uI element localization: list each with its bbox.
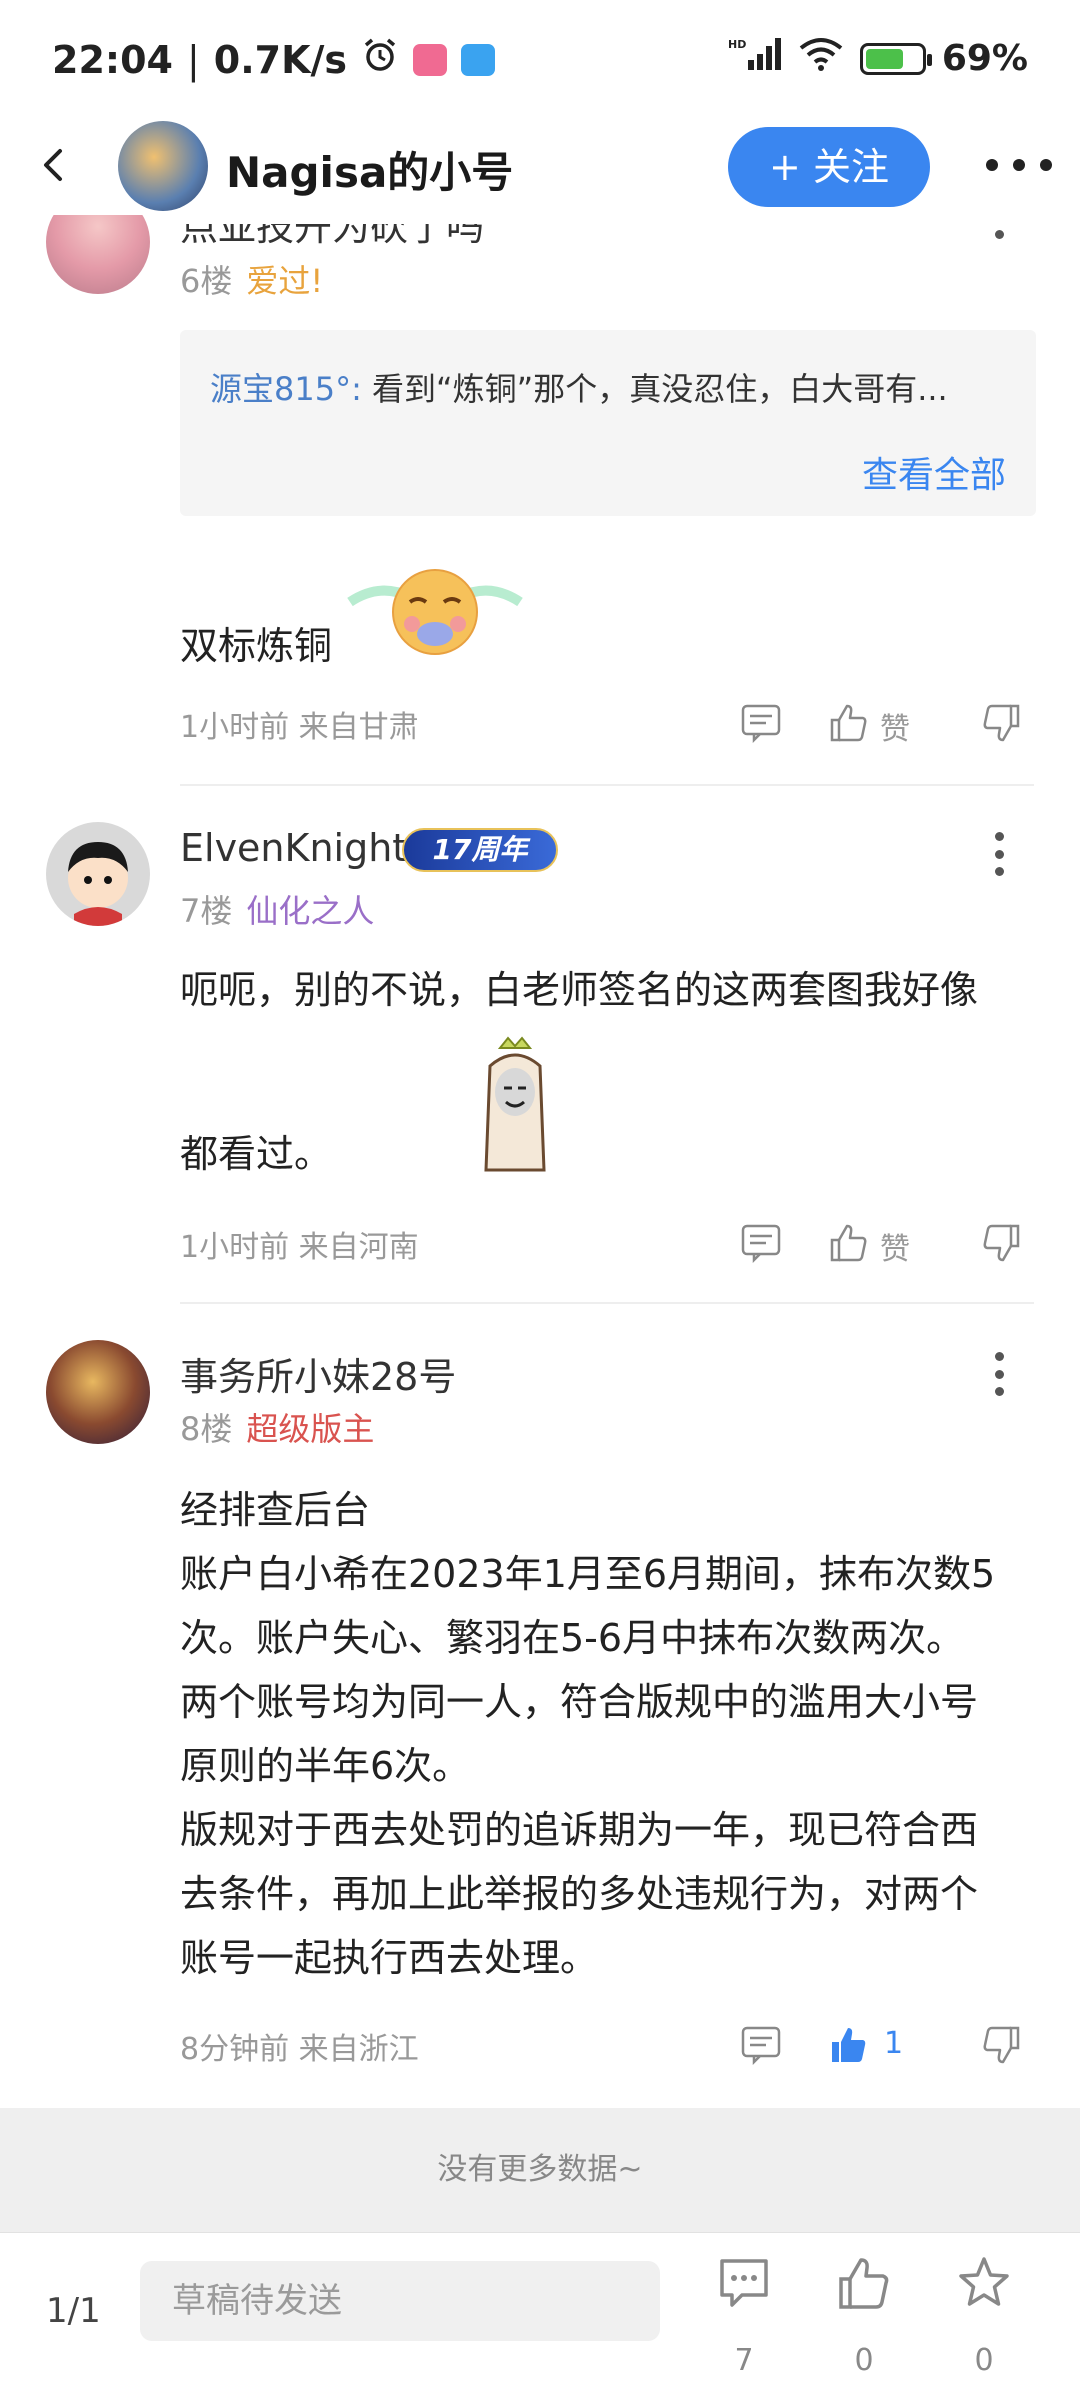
user-tag: 仙化之人 — [246, 892, 375, 930]
post-footer: 1小时前 来自河南 赞 — [180, 1222, 1040, 1268]
meme-sticker-icon — [470, 1036, 560, 1195]
comment-icon[interactable] — [740, 2024, 782, 2070]
floor-number: 8楼 — [180, 1410, 233, 1448]
reply-preview[interactable]: 源宝815°: 看到“炼铜”那个，真没忍住，白大哥有... 查看全部 — [180, 330, 1036, 516]
wifi-icon — [798, 36, 844, 81]
battery-percent: 69% — [941, 38, 1028, 79]
comment-icon — [716, 2255, 772, 2315]
status-bar: 22:04 | 0.7K/s HD 69% — [0, 0, 1080, 120]
floor-meta: 6楼 爱过! — [180, 256, 323, 302]
username[interactable]: ElvenKnight — [180, 826, 407, 870]
star-icon — [956, 2255, 1012, 2315]
follow-button[interactable]: + 关注 — [728, 127, 930, 207]
floor-number: 7楼 — [180, 892, 233, 930]
favorite-count: 0 — [974, 2343, 994, 2378]
post-content: 经排查后台 账户白小希在2023年1月至6月期间，抹布次数5 次。账户失心、繁羽… — [180, 1478, 1040, 1990]
post-content: 双标炼铜 — [180, 569, 1040, 680]
view-all-link[interactable]: 查看全部 — [862, 446, 1006, 498]
post-footer: 1小时前 来自甘肃 赞 — [180, 702, 1040, 748]
post-text-line: 次。账户失心、繁羽在5-6月中抹布次数两次。 — [180, 1616, 965, 1660]
post-text-line: 去条件，再加上此举报的多处违规行为，对两个 — [180, 1872, 979, 1916]
more-icon[interactable] — [994, 230, 1004, 242]
like-label[interactable]: 赞 — [880, 1224, 910, 1268]
comments-button[interactable]: 7 — [704, 2251, 784, 2381]
no-more-data: 没有更多数据~ — [0, 2108, 1080, 2232]
post-text-line: 版规对于西去处罚的追诉期为一年，现已符合西 — [180, 1808, 979, 1852]
post-text-line: 账户白小希在2023年1月至6月期间，抹布次数5 — [180, 1552, 996, 1596]
favorite-button[interactable]: 0 — [944, 2251, 1024, 2381]
status-left: 22:04 | 0.7K/s — [52, 36, 496, 83]
post-time-location: 1小时前 来自河南 — [180, 1230, 419, 1265]
floor-meta: 7楼 仙化之人 — [180, 886, 374, 932]
status-right: HD 69% — [728, 36, 1028, 81]
bilibili-icon — [413, 43, 448, 76]
post-text-line: 账号一起执行西去处理。 — [180, 1936, 599, 1980]
like-thread-button[interactable]: 0 — [824, 2251, 904, 2381]
dislike-icon[interactable] — [980, 702, 1022, 748]
user-tag: 超级版主 — [246, 1410, 375, 1448]
back-icon[interactable] — [36, 147, 72, 183]
like-label[interactable]: 赞 — [880, 704, 910, 748]
like-icon[interactable] — [828, 702, 870, 748]
anniversary-badge: 17周年 — [402, 828, 558, 872]
post-text-line: 原则的半年6次。 — [180, 1744, 471, 1788]
more-options-icon[interactable] — [986, 159, 1052, 171]
reply-user[interactable]: 源宝815°: — [210, 370, 362, 408]
avatar[interactable] — [46, 822, 150, 926]
floor-meta: 8楼 超级版主 — [180, 1404, 374, 1450]
more-icon[interactable] — [994, 832, 1004, 876]
post-text-line: 经排查后台 — [180, 1488, 371, 1532]
hd-signal-icon: HD — [728, 36, 782, 81]
reply-input[interactable] — [140, 2261, 660, 2341]
comment-icon[interactable] — [740, 1222, 782, 1268]
svg-text:HD: HD — [728, 38, 746, 51]
more-icon[interactable] — [994, 1352, 1004, 1396]
dislike-icon[interactable] — [980, 2024, 1022, 2070]
floor-number: 6楼 — [180, 262, 233, 300]
dislike-icon[interactable] — [980, 1222, 1022, 1268]
post-text-line: 都看过。 — [180, 1132, 333, 1176]
divider — [180, 1302, 1034, 1304]
comment-count: 7 — [734, 2343, 754, 2378]
avatar[interactable] — [46, 1340, 150, 1444]
like-icon — [836, 2255, 892, 2315]
post-content: 呃呃，别的不说，白老师签名的这两套图我好像 都看过。 — [180, 958, 1040, 1178]
crying-laugh-emoji — [340, 562, 530, 681]
liked-icon[interactable] — [828, 2024, 870, 2070]
post-time-location: 1小时前 来自甘肃 — [180, 710, 419, 745]
post-text-line: 呃呃，别的不说，白老师签名的这两套图我好像 — [180, 968, 979, 1012]
battery-icon — [859, 42, 932, 75]
post-text: 双标炼铜 — [180, 624, 333, 668]
divider — [180, 784, 1034, 786]
thread-header: Nagisa的小号 + 关注 — [0, 115, 1080, 215]
comment-icon[interactable] — [740, 702, 782, 748]
like-count[interactable]: 1 — [884, 2026, 903, 2061]
translate-icon — [461, 43, 496, 76]
network-speed: 0.7K/s — [213, 37, 348, 82]
status-time: 22:04 — [52, 37, 173, 82]
post-footer: 8分钟前 来自浙江 1 — [180, 2024, 1040, 2068]
post-text-line: 两个账号均为同一人，符合版规中的滥用大小号 — [180, 1680, 979, 1724]
bottom-bar: 1/1 7 0 0 — [0, 2232, 1080, 2400]
post-time-location: 8分钟前 来自浙江 — [180, 2032, 419, 2067]
like-count: 0 — [854, 2343, 874, 2378]
user-tag: 爱过! — [246, 262, 324, 300]
reply-preview-text: 源宝815°: 看到“炼铜”那个，真没忍住，白大哥有... — [210, 364, 948, 410]
alarm-icon — [361, 36, 399, 83]
status-separator: | — [186, 37, 200, 82]
author-name[interactable]: Nagisa的小号 — [226, 139, 513, 200]
like-icon[interactable] — [828, 1222, 870, 1268]
reply-text: 看到“炼铜”那个，真没忍住，白大哥有... — [361, 370, 948, 408]
username[interactable]: 事务所小妹28号 — [180, 1346, 456, 1401]
author-avatar[interactable] — [118, 121, 208, 211]
page-indicator[interactable]: 1/1 — [46, 2291, 101, 2331]
